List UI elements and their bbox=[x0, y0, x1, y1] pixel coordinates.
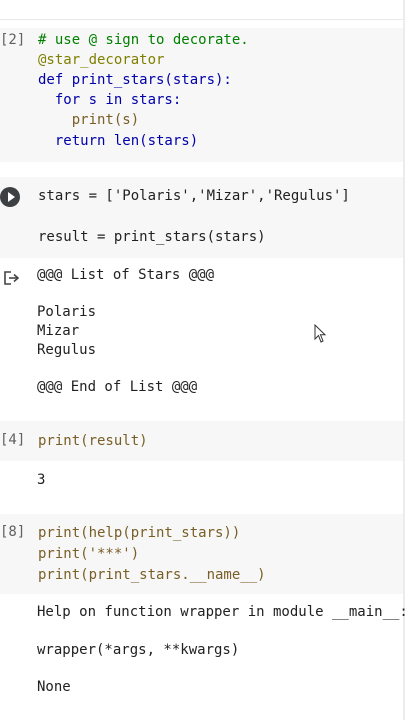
code-line[interactable]: for s in stars: bbox=[38, 90, 181, 110]
output-line: None bbox=[37, 679, 71, 695]
code-line[interactable]: return len(stars) bbox=[38, 131, 198, 151]
execution-count: [2] bbox=[0, 32, 26, 48]
mouse-pointer-icon bbox=[314, 324, 327, 343]
code-line[interactable]: @star_decorator bbox=[38, 50, 164, 70]
code-line[interactable]: print(result) bbox=[38, 431, 148, 451]
execution-count: [8] bbox=[0, 524, 26, 540]
output-line: Polaris bbox=[37, 304, 97, 320]
code-line[interactable]: def print_stars(stars): bbox=[38, 70, 232, 90]
code-line[interactable]: print(s) bbox=[38, 110, 139, 130]
output-line: Regulus bbox=[37, 342, 97, 358]
output-line: Help on function wrapper in module __mai… bbox=[37, 604, 405, 620]
execution-count: [4] bbox=[0, 432, 26, 448]
output-line: Mizar bbox=[37, 323, 80, 339]
code-line[interactable]: # use @ sign to decorate. bbox=[38, 30, 249, 50]
output-line: wrapper(*args, **kwargs) bbox=[37, 642, 240, 658]
output-line: @@@ End of List @@@ bbox=[37, 379, 198, 395]
notebook-top-bar bbox=[0, 0, 405, 20]
output-redirect-icon[interactable] bbox=[3, 270, 20, 286]
code-line[interactable]: print('***') bbox=[38, 544, 139, 564]
output-line: 3 bbox=[37, 472, 46, 488]
code-line[interactable]: result = print_stars(stars) bbox=[38, 227, 266, 247]
code-line[interactable]: print(help(print_stars)) bbox=[38, 523, 240, 543]
divider bbox=[0, 19, 405, 20]
play-circle-icon[interactable] bbox=[0, 187, 20, 207]
code-line[interactable]: print(print_stars.__name__) bbox=[38, 565, 266, 585]
code-line[interactable]: stars = ['Polaris','Mizar','Regulus'] bbox=[38, 186, 350, 206]
output-line: @@@ List of Stars @@@ bbox=[37, 267, 215, 283]
